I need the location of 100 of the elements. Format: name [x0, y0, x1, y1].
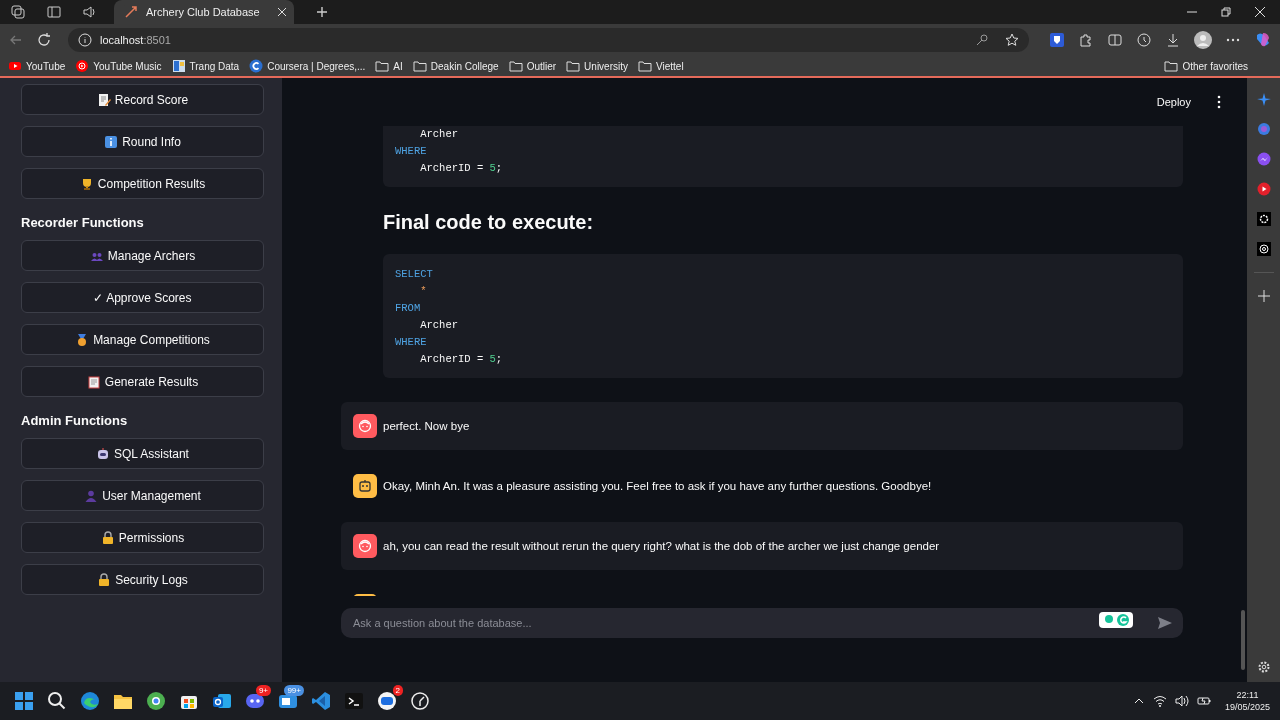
tab-title[interactable]: Archery Club Database — [146, 6, 268, 18]
play-icon[interactable] — [8, 59, 22, 73]
search-icon[interactable] — [47, 691, 67, 711]
section-heading: Final code to execute: — [383, 211, 595, 234]
clock-date[interactable]: 19/05/2025 — [1224, 701, 1270, 713]
scrollbar[interactable] — [1241, 610, 1245, 670]
face-icon — [353, 534, 377, 558]
letter-icon[interactable] — [249, 59, 264, 73]
folder-icon[interactable] — [508, 59, 523, 73]
play-icon[interactable] — [75, 59, 90, 73]
flower-icon[interactable] — [1256, 242, 1271, 256]
refresh-icon[interactable] — [36, 32, 52, 48]
sidebar-button[interactable]: Generate Results — [21, 366, 264, 397]
new-tab-icon[interactable] — [314, 4, 330, 20]
sidebar-button[interactable]: ✓ Approve Scores — [21, 282, 264, 313]
chat-input[interactable]: Ask a question about the database... — [341, 608, 1183, 638]
sidebar-button[interactable]: Permissions — [21, 522, 264, 553]
restore-icon[interactable] — [1220, 6, 1232, 18]
face-icon — [353, 414, 377, 438]
address-field[interactable]: localhost:8501 — [68, 28, 1029, 52]
deploy-button[interactable]: Deploy — [1150, 92, 1197, 112]
chat-icon[interactable] — [377, 691, 397, 711]
lock-icon — [100, 530, 115, 545]
folder-icon[interactable] — [1164, 59, 1179, 73]
clock-time[interactable]: 22:11 — [1236, 689, 1259, 701]
message-text: perfect. Now bye — [383, 420, 470, 432]
download-icon[interactable] — [1165, 32, 1181, 48]
folder-icon[interactable] — [638, 59, 652, 73]
terminal-icon[interactable] — [344, 691, 364, 711]
app-icon[interactable] — [410, 691, 430, 711]
tab-actions-icon[interactable] — [46, 4, 62, 20]
url-text[interactable]: localhost:8501 — [100, 34, 171, 46]
browser-tab[interactable]: Archery Club Database — [114, 0, 294, 24]
add-icon[interactable] — [1256, 289, 1271, 303]
notification-badge: 9+ — [255, 685, 271, 696]
sidebar-button[interactable]: Manage Competitions — [21, 324, 264, 355]
code-editor-icon[interactable] — [311, 691, 331, 711]
volume-icon[interactable] — [1174, 694, 1189, 708]
message-text: ah, you can read the result without rerun the query right? what is the dob of the archer we just change gender — [383, 540, 940, 552]
person-icon — [84, 488, 99, 503]
history-icon[interactable] — [1136, 32, 1152, 48]
copilot-icon[interactable] — [1254, 31, 1272, 49]
bookmark[interactable]: YouTube — [8, 59, 66, 73]
shield-icon[interactable] — [1049, 32, 1065, 48]
star-icon[interactable] — [1005, 33, 1019, 47]
profile-icon[interactable] — [1194, 31, 1212, 49]
windows-icon[interactable] — [14, 691, 34, 711]
bookmark[interactable]: Trang Data — [171, 59, 240, 73]
bookmark[interactable]: YouTube Music — [75, 59, 162, 73]
battery-icon[interactable] — [1196, 694, 1211, 708]
code-line: SELECT — [395, 267, 434, 282]
code-line: * — [419, 284, 428, 299]
send-icon[interactable] — [1157, 615, 1173, 631]
speaker-icon[interactable] — [82, 4, 98, 20]
circle-icon[interactable] — [146, 691, 166, 711]
mail-icon[interactable] — [212, 691, 232, 711]
bookmark-folder[interactable]: University — [566, 59, 628, 73]
section-heading: Recorder Functions — [21, 215, 145, 230]
chat-icon[interactable] — [245, 691, 265, 711]
wifi-icon[interactable] — [1152, 694, 1167, 708]
info-icon[interactable] — [78, 33, 92, 47]
close-icon[interactable] — [1254, 6, 1266, 18]
grammarly-icon[interactable] — [1099, 612, 1133, 628]
bookmark-folder[interactable]: AI — [375, 59, 403, 73]
messenger-icon[interactable] — [1256, 152, 1271, 166]
sidebar-button[interactable]: User Management — [21, 480, 264, 511]
extensions-icon[interactable] — [1078, 32, 1094, 48]
bookmark-folder[interactable]: Deakin College — [412, 59, 499, 73]
bookmark[interactable]: Coursera | Degrees,... — [249, 59, 366, 73]
code-line: ArcherID = 5; — [419, 161, 504, 176]
notification-badge: 2 — [392, 685, 403, 696]
code-line: WHERE — [395, 335, 428, 350]
folder-icon[interactable] — [566, 59, 581, 73]
split-screen-icon[interactable] — [1107, 32, 1123, 48]
sidebar-button[interactable]: SQL Assistant — [21, 438, 264, 469]
bookmark-folder[interactable]: Viettel — [638, 59, 684, 73]
copilot-icon[interactable] — [1256, 92, 1271, 106]
sidebar-button[interactable]: Competition Results — [21, 168, 264, 199]
code-line: ArcherID = 5; — [419, 352, 504, 367]
code-line: Archer — [419, 318, 459, 333]
sidebar-button[interactable]: Round Info — [21, 126, 264, 157]
sidebar-button[interactable]: Security Logs — [21, 564, 264, 595]
play-icon[interactable] — [1256, 182, 1271, 196]
robot-icon — [96, 446, 111, 461]
folder-icon[interactable] — [412, 59, 427, 73]
settings-icon[interactable] — [1256, 660, 1271, 674]
code-line: FROM — [395, 301, 422, 316]
code-line: Archer — [419, 127, 459, 142]
sidebar-button[interactable]: Manage Archers — [21, 240, 264, 271]
folder-icon[interactable] — [375, 59, 390, 73]
notification-badge: 99+ — [284, 685, 304, 696]
close-icon[interactable] — [276, 6, 288, 18]
chart-icon[interactable] — [171, 59, 186, 73]
bookmark-folder[interactable]: Other favorites — [1164, 59, 1248, 73]
browser-icon[interactable] — [80, 691, 100, 711]
info-icon — [104, 134, 119, 149]
sidebar-button[interactable]: Record Score — [21, 84, 264, 115]
workspaces-icon[interactable] — [10, 4, 26, 20]
bookmark-folder[interactable]: Outlier — [508, 59, 557, 73]
code-line: WHERE — [395, 144, 428, 159]
